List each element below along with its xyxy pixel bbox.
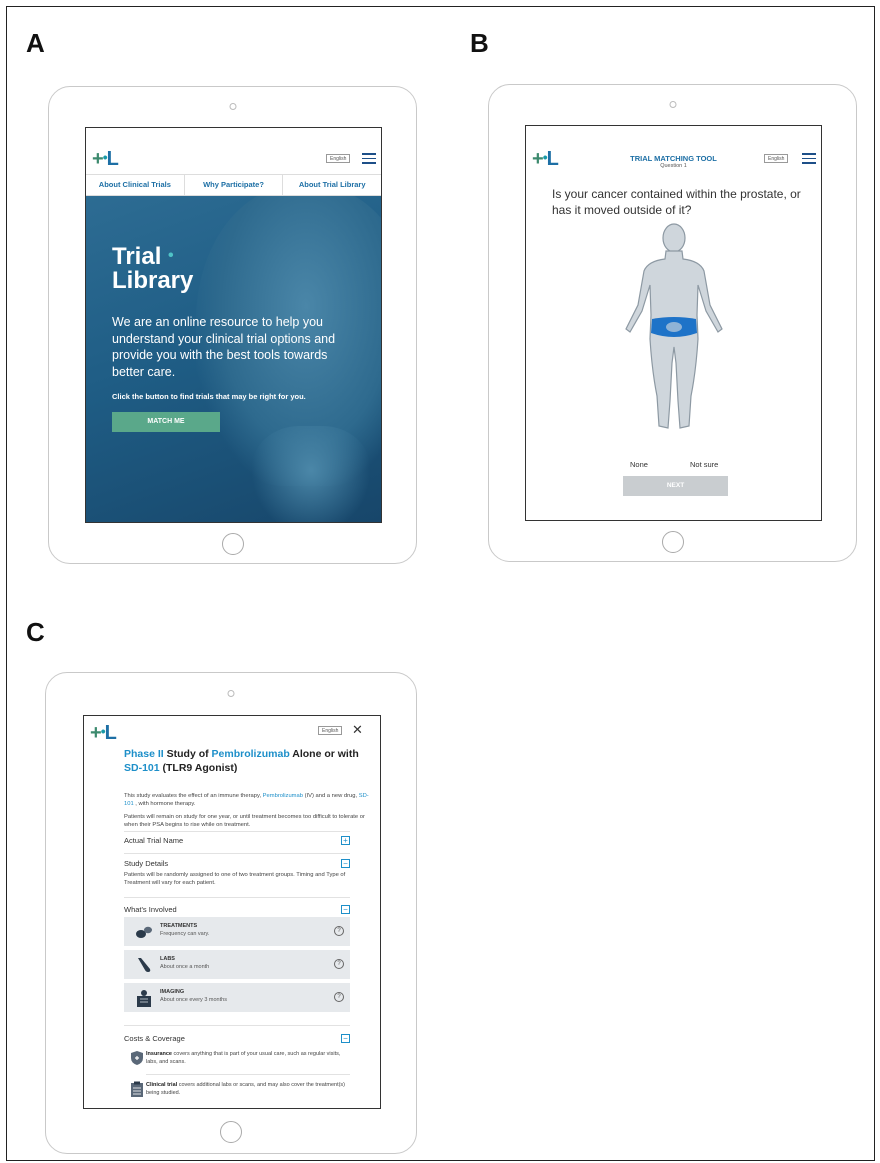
tablet-b: +•L TRIAL MATCHING TOOL Question 1 Engli… [488, 84, 857, 562]
help-icon[interactable]: ? [334, 959, 344, 969]
involved-card-treatments[interactable]: TREATMENTS Frequency can vary. ? [124, 917, 350, 946]
clinical-trial-label: Clinical trial [146, 1082, 178, 1088]
involved-card-labs[interactable]: LABS About once a month ? [124, 950, 350, 979]
camera-icon [227, 690, 235, 697]
panel-label-a: A [26, 28, 45, 58]
hero-banner: Trial • Library We are an online resourc… [86, 196, 381, 522]
title-text: Alone or with [289, 748, 359, 760]
divider [124, 853, 350, 854]
involved-card-imaging[interactable]: IMAGING About once every 3 months ? [124, 983, 350, 1012]
section-actual-trial-name[interactable]: Actual Trial Name [124, 836, 350, 845]
next-button[interactable]: NEXT [623, 476, 728, 496]
divider [124, 1025, 350, 1026]
title-text: Study of [163, 748, 212, 760]
shield-icon [131, 1051, 143, 1065]
camera-icon [229, 103, 236, 110]
section-whats-involved[interactable]: What's Involved [124, 905, 350, 914]
intro-text: , with hormone therapy. [133, 801, 196, 807]
body-diagram[interactable] [618, 221, 730, 436]
option-not-sure[interactable]: Not sure [690, 460, 718, 469]
language-select[interactable]: English [318, 726, 343, 735]
hero-photo-hand [251, 426, 371, 522]
card-subtitle: About once a month [160, 964, 210, 970]
pills-icon [136, 926, 152, 938]
trial-library-logo: Trial • Library [112, 243, 194, 294]
nav-why-participate[interactable]: Why Participate? [185, 175, 284, 195]
panel-label-b: B [470, 28, 489, 58]
intro-text: (IV) and a new drug, [302, 793, 359, 799]
site-logo[interactable]: +•L [90, 722, 117, 745]
intro-drug-link[interactable]: Pembrolizumab [263, 793, 303, 799]
insurance-detail: covers anything that is part of your usu… [146, 1051, 341, 1065]
option-none[interactable]: None [630, 460, 648, 469]
screen-trial-detail: +•L English ✕ Phase II Study of Pembroli… [83, 715, 381, 1109]
section-costs-coverage[interactable]: Costs & Coverage [124, 1034, 350, 1043]
body-scan-icon [137, 990, 151, 1007]
prostate-icon [666, 322, 682, 332]
home-button[interactable] [221, 533, 244, 555]
help-icon[interactable]: ? [334, 992, 344, 1002]
title-text: (TLR9 Agonist) [159, 761, 238, 774]
close-icon[interactable]: ✕ [352, 722, 363, 738]
panel-label-c: C [26, 617, 45, 647]
help-icon[interactable]: ? [334, 926, 344, 936]
test-tube-icon [138, 958, 151, 972]
collapse-minus-icon[interactable]: − [341, 905, 350, 914]
tablet-a: +•L English About Clinical Trials Why Pa… [48, 86, 417, 564]
divider [146, 1074, 350, 1075]
divider [124, 897, 350, 898]
question-number: Question 1 [660, 163, 687, 169]
cta-text: Click the button to find trials that may… [112, 392, 306, 401]
insurance-text: Insurance covers anything that is part o… [146, 1051, 346, 1066]
trial-duration-text: Patients will remain on study for one ye… [124, 814, 365, 828]
card-title: LABS [160, 956, 175, 962]
clipboard-icon [131, 1081, 143, 1097]
section-study-details[interactable]: Study Details [124, 859, 350, 868]
language-select[interactable]: English [764, 154, 789, 163]
trial-intro: This study evaluates the effect of an im… [124, 792, 369, 808]
title-phase: Phase II [124, 748, 164, 760]
insurance-label: Insurance [146, 1051, 172, 1057]
tablet-c: +•L English ✕ Phase II Study of Pembroli… [45, 672, 417, 1154]
screen-matching-tool: +•L TRIAL MATCHING TOOL Question 1 Engli… [525, 125, 822, 521]
clinical-trial-text: Clinical trial covers additional labs or… [146, 1082, 346, 1097]
camera-icon [669, 101, 676, 108]
trial-title: Phase II Study of Pembrolizumab Alone or… [124, 748, 364, 775]
title-sd-link[interactable]: SD-101 [124, 762, 160, 774]
screen-home: +•L English About Clinical Trials Why Pa… [85, 127, 382, 523]
language-select[interactable]: English [326, 154, 351, 163]
hero-tagline: We are an online resource to help you un… [112, 315, 336, 379]
nav-about-trial-library[interactable]: About Trial Library [283, 175, 381, 195]
logo-line-2: Library [112, 267, 194, 294]
collapse-minus-icon[interactable]: − [341, 1034, 350, 1043]
nav-about-clinical-trials[interactable]: About Clinical Trials [86, 175, 185, 195]
card-title: IMAGING [160, 989, 185, 995]
card-subtitle: About once every 3 months [160, 997, 227, 1003]
collapse-minus-icon[interactable]: − [341, 859, 350, 868]
home-button[interactable] [220, 1121, 242, 1143]
study-details-text: Patients will be randomly assigned to on… [124, 872, 346, 886]
home-button[interactable] [661, 531, 684, 553]
menu-icon[interactable] [362, 153, 376, 164]
card-title: TREATMENTS [160, 923, 198, 929]
divider [124, 831, 350, 832]
site-logo[interactable]: +•L [92, 148, 119, 171]
main-nav: About Clinical Trials Why Participate? A… [86, 174, 381, 196]
title-drug-link[interactable]: Pembrolizumab [212, 748, 290, 760]
expand-plus-icon[interactable]: + [341, 836, 350, 845]
card-subtitle: Frequency can vary. [160, 931, 210, 937]
question-text: Is your cancer contained within the pros… [552, 187, 801, 217]
logo-line-1: Trial [112, 243, 162, 270]
intro-text: This study evaluates the effect of an im… [124, 793, 263, 799]
menu-icon[interactable] [802, 153, 816, 164]
match-me-button[interactable]: MATCH ME [112, 412, 220, 432]
